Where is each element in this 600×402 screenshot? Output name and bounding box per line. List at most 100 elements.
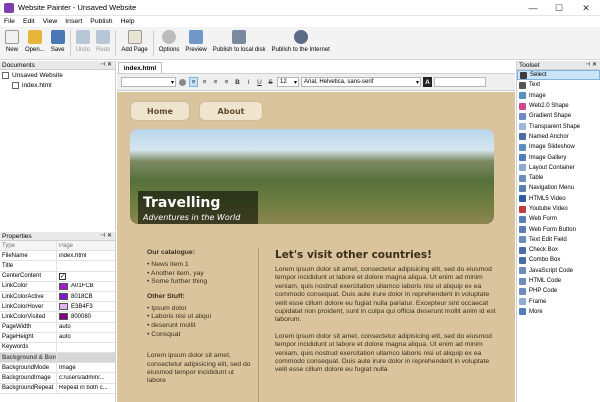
banner-image[interactable]: Travelling Adventures in the World [130, 129, 494, 224]
nav-home-button[interactable]: Home [130, 101, 190, 121]
property-value[interactable]: Repeat in both c... [57, 385, 115, 391]
property-value[interactable]: c:/users/admin/... [57, 375, 115, 381]
save-button[interactable]: Save [48, 27, 68, 59]
property-row-backgroundimage[interactable]: BackgroundImage c:/users/admin/... [0, 373, 115, 384]
color-circle-icon[interactable] [178, 77, 187, 87]
tool-combo-box[interactable]: Combo Box [517, 255, 600, 265]
property-value[interactable]: auto [57, 334, 115, 340]
tree-item-website[interactable]: Unsaved Website [0, 70, 115, 80]
options-button[interactable]: Options [156, 27, 183, 59]
tool-named-anchor[interactable]: Named Anchor [517, 132, 600, 142]
property-value[interactable]: index.html [57, 253, 115, 259]
tool-web-form-button[interactable]: Web Form Button [517, 224, 600, 234]
tool-html5-video[interactable]: HTML5 Video [517, 194, 600, 204]
align-left-button[interactable]: ≡ [189, 77, 198, 87]
tool-web2-0-shape[interactable]: Web2.0 Shape [517, 101, 600, 111]
property-row-pageheight[interactable]: PageHeight auto [0, 332, 115, 343]
tab-index-html[interactable]: index.html [118, 62, 162, 73]
property-row-linkcolor[interactable]: LinkColor A01FCB [0, 281, 115, 292]
property-row-backgroundrepeat[interactable]: BackgroundRepeat Repeat in both c... [0, 383, 115, 394]
color-swatch[interactable] [59, 303, 68, 311]
tool-youtube-video[interactable]: Youtube Video [517, 204, 600, 214]
menu-file[interactable]: File [0, 18, 19, 25]
tool-gradient-shape[interactable]: Gradient Shape [517, 111, 600, 121]
maximize-button[interactable]: ☐ [546, 0, 572, 16]
tool-html-code[interactable]: HTML Code [517, 276, 600, 286]
menu-edit[interactable]: Edit [19, 18, 39, 25]
tool-frame[interactable]: Frame [517, 297, 600, 307]
checkbox-icon[interactable]: ✓ [59, 272, 66, 280]
property-value[interactable]: A01FCB [57, 282, 115, 290]
tool-navigation-menu[interactable]: Navigation Menu [517, 183, 600, 193]
preview-button[interactable]: Preview [182, 27, 209, 59]
align-right-button[interactable]: ≡ [211, 77, 220, 87]
menu-publish[interactable]: Publish [86, 18, 116, 25]
justify-button[interactable]: ≡ [222, 77, 231, 87]
style-select[interactable]: ▾ [121, 77, 176, 87]
property-row-filename[interactable]: FileName index.html [0, 251, 115, 262]
property-row-linkcolorhover[interactable]: LinkColorHover E3B4F3 [0, 302, 115, 313]
color-swatch[interactable] [59, 282, 68, 290]
tool-layout-container[interactable]: Layout Container [517, 163, 600, 173]
nav-about-button[interactable]: About [199, 101, 263, 121]
font-size-select[interactable]: 12 ▾ [277, 77, 299, 87]
italic-button[interactable]: I [244, 77, 253, 87]
tool-select[interactable]: Select [517, 70, 600, 81]
tool-image-gallery[interactable]: Image Gallery [517, 152, 600, 162]
page-canvas[interactable]: Home About Travelling Adventures in the … [117, 92, 515, 402]
tool-label: Youtube Video [529, 206, 568, 212]
color-swatch[interactable] [59, 293, 68, 301]
tool-javascript-code[interactable]: JavaScript Code [517, 266, 600, 276]
property-row-linkcoloractive[interactable]: LinkColorActive 8018CB [0, 291, 115, 303]
text-color-icon[interactable]: A [423, 77, 432, 87]
underline-button[interactable]: U [255, 77, 264, 87]
property-row-keywords[interactable]: Keywords [0, 342, 115, 354]
menu-insert[interactable]: Insert [61, 18, 86, 25]
tree-item-index-html[interactable]: index.html [0, 80, 115, 90]
property-value[interactable]: Image [57, 365, 115, 371]
undo-button[interactable]: Undo [73, 27, 93, 59]
tool-php-code[interactable]: PHP Code [517, 286, 600, 296]
tool-text-edit-field[interactable]: Text Edit Field [517, 235, 600, 245]
tool-web-form[interactable]: Web Form [517, 214, 600, 224]
bold-button[interactable]: B [233, 77, 242, 87]
strikethrough-button[interactable]: S [266, 77, 275, 87]
tool-more[interactable]: More [517, 307, 600, 317]
menu-view[interactable]: View [39, 18, 62, 25]
publish-local-disk-button[interactable]: Publish to local disk [210, 27, 269, 59]
property-value[interactable]: ✓ [57, 272, 115, 280]
align-center-button[interactable]: ≡ [200, 77, 209, 87]
property-row-title[interactable]: Title [0, 261, 115, 272]
property-value[interactable]: 8018CB [57, 293, 115, 301]
pin-icon[interactable]: ⊣ ✕ [100, 232, 112, 239]
property-value[interactable]: E3B4F3 [57, 303, 115, 311]
pin-icon[interactable]: ⊣ ✕ [100, 61, 112, 68]
tool-image-slideshow[interactable]: Image Slideshow [517, 142, 600, 152]
font-family-select[interactable]: Arial, Helvetica, sans-serif ▾ [301, 77, 421, 87]
pin-icon[interactable]: ⊣ ✕ [585, 61, 597, 68]
tool-text[interactable]: Text [517, 80, 600, 90]
property-row-centercontent[interactable]: CenterContent ✓ [0, 271, 115, 282]
minimize-button[interactable]: — [520, 0, 546, 16]
tool-image[interactable]: Image [517, 91, 600, 101]
tool-transparent-shape[interactable]: Transparent Shape [517, 121, 600, 131]
property-value[interactable]: 800080 [57, 313, 115, 321]
property-name: LinkColorActive [0, 291, 57, 302]
add-page-button[interactable]: Add Page [118, 27, 150, 59]
text-color-field[interactable] [434, 77, 486, 87]
tool-check-box[interactable]: Check Box [517, 245, 600, 255]
property-row-background-border[interactable]: Background & Border [0, 353, 115, 364]
new-button[interactable]: New [2, 27, 22, 59]
property-row-pagewidth[interactable]: PageWidth auto [0, 322, 115, 333]
website-icon [2, 71, 9, 79]
property-row-linkcolorvisited[interactable]: LinkColorVisited 800080 [0, 312, 115, 323]
property-value[interactable]: auto [57, 324, 115, 330]
property-row-backgroundmode[interactable]: BackgroundMode Image [0, 363, 115, 374]
redo-button[interactable]: Redo [93, 27, 113, 59]
menu-help[interactable]: Help [117, 18, 139, 25]
open-button[interactable]: Open... [22, 27, 48, 59]
color-swatch[interactable] [59, 313, 68, 321]
close-button[interactable]: ✕ [573, 0, 599, 16]
tool-table[interactable]: Table [517, 173, 600, 183]
publish-internet-button[interactable]: Publish to the Internet [268, 27, 332, 59]
